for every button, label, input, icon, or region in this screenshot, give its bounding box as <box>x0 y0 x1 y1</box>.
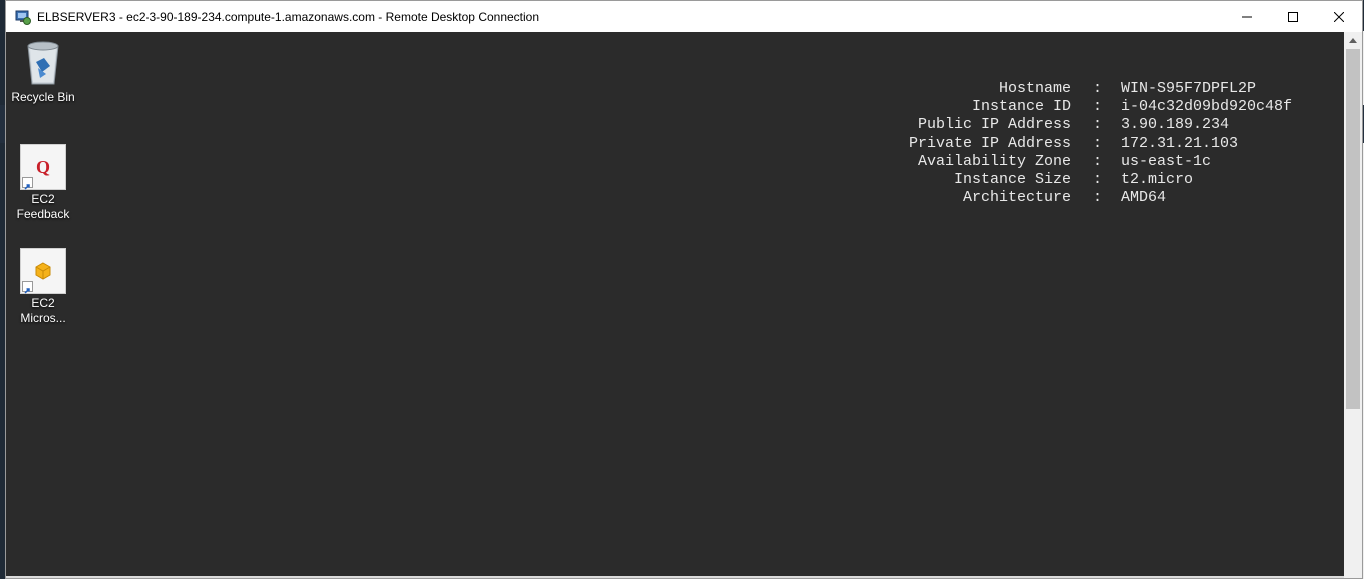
info-row-instance-id: Instance ID : i-04c32d09bd920c48f <box>6 98 1344 116</box>
aws-box-icon <box>20 248 66 294</box>
info-row-availability-zone: Availability Zone : us-east-1c <box>6 153 1344 171</box>
info-separator: : <box>1093 152 1103 170</box>
info-value: WIN-S95F7DPFL2P <box>1121 80 1257 97</box>
instance-info-panel: Hostname : WIN-S95F7DPFL2P Instance ID :… <box>6 80 1344 207</box>
info-separator: : <box>1093 134 1103 152</box>
minimize-icon <box>1242 16 1252 17</box>
info-separator: : <box>1093 80 1103 97</box>
title-bar[interactable]: ELBSERVER3 - ec2-3-90-189-234.compute-1.… <box>6 1 1362 32</box>
remote-desktop[interactable]: Recycle Bin Q EC2 Feedback EC2 Micros...… <box>6 32 1344 578</box>
vertical-scrollbar[interactable] <box>1344 32 1362 578</box>
scrollbar-thumb[interactable] <box>1346 49 1360 409</box>
maximize-icon <box>1288 11 1298 22</box>
info-separator: : <box>1093 189 1103 207</box>
desktop-icon-label-line2: Micros... <box>20 311 66 325</box>
info-value: AMD64 <box>1121 189 1167 207</box>
close-icon <box>1334 11 1344 22</box>
scroll-up-button[interactable] <box>1344 32 1362 49</box>
info-value: 172.31.21.103 <box>1121 134 1239 152</box>
chevron-up-icon <box>1349 38 1357 43</box>
info-value: i-04c32d09bd920c48f <box>1121 98 1293 116</box>
desktop-icon-label-line1: EC2 <box>31 296 55 310</box>
info-value: t2.micro <box>1121 170 1194 188</box>
info-separator: : <box>1093 116 1103 134</box>
info-separator: : <box>1093 98 1103 116</box>
info-row-instance-size: Instance Size : t2.micro <box>6 171 1344 189</box>
info-label: Instance Size <box>953 170 1071 188</box>
info-label: Private IP Address <box>908 134 1071 152</box>
maximize-button[interactable] <box>1270 1 1316 32</box>
horizontal-scrollbar[interactable] <box>6 576 1344 578</box>
window-controls <box>1224 1 1362 32</box>
desktop-icon-label-line2: Feedback <box>16 207 70 221</box>
info-label: Architecture <box>962 189 1071 207</box>
minimize-button[interactable] <box>1224 1 1270 32</box>
desktop-icon-ec2-microsoft[interactable]: EC2 Micros... <box>7 248 79 326</box>
window-title: ELBSERVER3 - ec2-3-90-189-234.compute-1.… <box>37 9 540 24</box>
info-row-public-ip: Public IP Address : 3.90.189.234 <box>6 116 1344 134</box>
info-label: Public IP Address <box>917 116 1071 134</box>
info-label: Instance ID <box>971 98 1071 116</box>
remote-desktop-window: ELBSERVER3 - ec2-3-90-189-234.compute-1.… <box>5 0 1363 579</box>
info-row-private-ip: Private IP Address : 172.31.21.103 <box>6 135 1344 153</box>
info-separator: : <box>1093 170 1103 188</box>
info-value: 3.90.189.234 <box>1121 116 1230 134</box>
close-button[interactable] <box>1316 1 1362 32</box>
info-label: Hostname <box>998 80 1071 97</box>
info-value: us-east-1c <box>1121 152 1212 170</box>
info-label: Availability Zone <box>917 152 1071 170</box>
info-row-architecture: Architecture : AMD64 <box>6 189 1344 207</box>
shortcut-arrow-icon <box>22 281 33 294</box>
info-row-hostname: Hostname : WIN-S95F7DPFL2P <box>6 80 1344 98</box>
remote-desktop-app-icon <box>15 9 31 25</box>
